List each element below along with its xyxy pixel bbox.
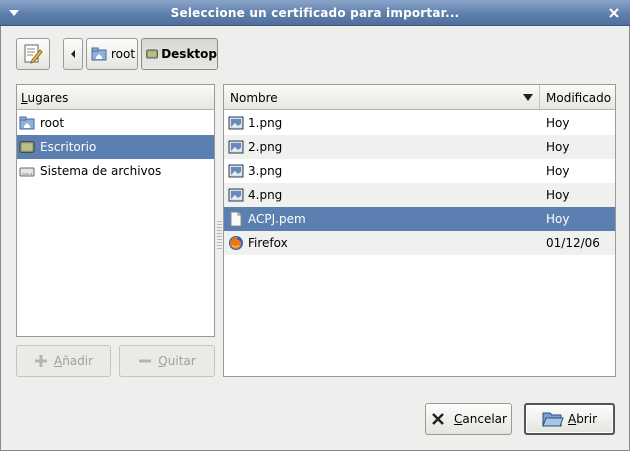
file-modified: 01/12/06 xyxy=(546,236,600,250)
title-bar: Seleccione un certificado para importar.… xyxy=(0,0,630,26)
place-item-label: Sistema de archivos xyxy=(40,164,162,178)
place-item-root[interactable]: root xyxy=(17,111,214,135)
pane-resize-handle[interactable] xyxy=(217,221,222,251)
close-icon[interactable] xyxy=(606,5,622,21)
desktop-folder-icon xyxy=(19,141,35,153)
cancel-button[interactable]: Cancelar xyxy=(425,403,512,435)
files-header: Nombre Modificado xyxy=(224,85,615,110)
file-modified: Hoy xyxy=(546,212,570,226)
home-folder-icon xyxy=(19,116,35,130)
file-modified: Hoy xyxy=(546,140,570,154)
file-modified: Hoy xyxy=(546,116,570,130)
file-row[interactable]: 3.png Hoy xyxy=(224,159,615,183)
chevron-left-icon xyxy=(71,50,75,58)
firefox-icon xyxy=(229,236,243,250)
file-row[interactable]: 1.png Hoy xyxy=(224,111,615,135)
place-item-filesystem[interactable]: Sistema de archivos xyxy=(17,159,214,183)
column-header-modified[interactable]: Modificado xyxy=(541,85,615,109)
file-name: 3.png xyxy=(248,164,283,178)
home-folder-icon xyxy=(91,47,107,61)
file-name: 1.png xyxy=(248,116,283,130)
add-bookmark-label: Añadir xyxy=(53,354,94,368)
open-button[interactable]: Abrir xyxy=(524,403,615,435)
file-row[interactable]: Firefox 01/12/06 xyxy=(224,231,615,255)
place-item-label: root xyxy=(40,116,65,130)
file-name: 4.png xyxy=(248,188,283,202)
image-file-icon xyxy=(228,164,244,178)
places-header-label: Lugares xyxy=(21,91,69,105)
window-title: Seleccione un certificado para importar.… xyxy=(170,6,460,20)
file-name: Firefox xyxy=(248,236,288,250)
plus-icon xyxy=(34,355,47,367)
path-segment-label: root xyxy=(111,47,136,61)
file-modified: Hoy xyxy=(546,188,570,202)
path-segment-desktop[interactable]: Desktop xyxy=(141,38,218,70)
image-file-icon xyxy=(228,140,244,154)
path-segment-root[interactable]: root xyxy=(86,38,138,70)
drive-icon xyxy=(19,167,35,177)
file-row[interactable]: 2.png Hoy xyxy=(224,135,615,159)
file-row[interactable]: 4.png Hoy xyxy=(224,183,615,207)
remove-bookmark-label: Quitar xyxy=(158,354,196,368)
cancel-icon xyxy=(432,413,444,425)
file-chooser-dialog: root Desktop Lugares root Escritorio Sis… xyxy=(0,26,630,451)
open-folder-icon xyxy=(542,412,564,427)
files-pane: Nombre Modificado 1.png Hoy 2.png Hoy 3.… xyxy=(223,84,616,377)
place-item-escritorio[interactable]: Escritorio xyxy=(17,135,214,159)
path-segment-label: Desktop xyxy=(161,47,217,61)
edit-location-icon xyxy=(24,44,43,64)
remove-bookmark-button[interactable]: Quitar xyxy=(119,345,215,377)
sort-descending-icon xyxy=(523,94,533,101)
file-name: ACPJ.pem xyxy=(248,212,306,226)
file-row[interactable]: ACPJ.pem Hoy xyxy=(224,207,615,231)
add-bookmark-button[interactable]: Añadir xyxy=(16,345,111,377)
places-pane: Lugares root Escritorio Sistema de archi… xyxy=(16,84,215,337)
image-file-icon xyxy=(228,188,244,202)
open-label: Abrir xyxy=(567,412,598,426)
minus-icon xyxy=(139,359,152,363)
file-name: 2.png xyxy=(248,140,283,154)
column-name-label: Nombre xyxy=(230,91,278,105)
column-header-name[interactable]: Nombre xyxy=(224,85,540,109)
file-modified: Hoy xyxy=(546,164,570,178)
places-header[interactable]: Lugares xyxy=(17,85,214,110)
desktop-folder-icon xyxy=(146,49,158,59)
path-back-button[interactable] xyxy=(63,38,83,70)
document-file-icon xyxy=(230,211,242,227)
cancel-label: Cancelar xyxy=(454,412,507,426)
place-item-label: Escritorio xyxy=(40,140,97,154)
column-modified-label: Modificado xyxy=(546,91,612,105)
image-file-icon xyxy=(228,116,244,130)
location-toggle-button[interactable] xyxy=(16,38,50,70)
